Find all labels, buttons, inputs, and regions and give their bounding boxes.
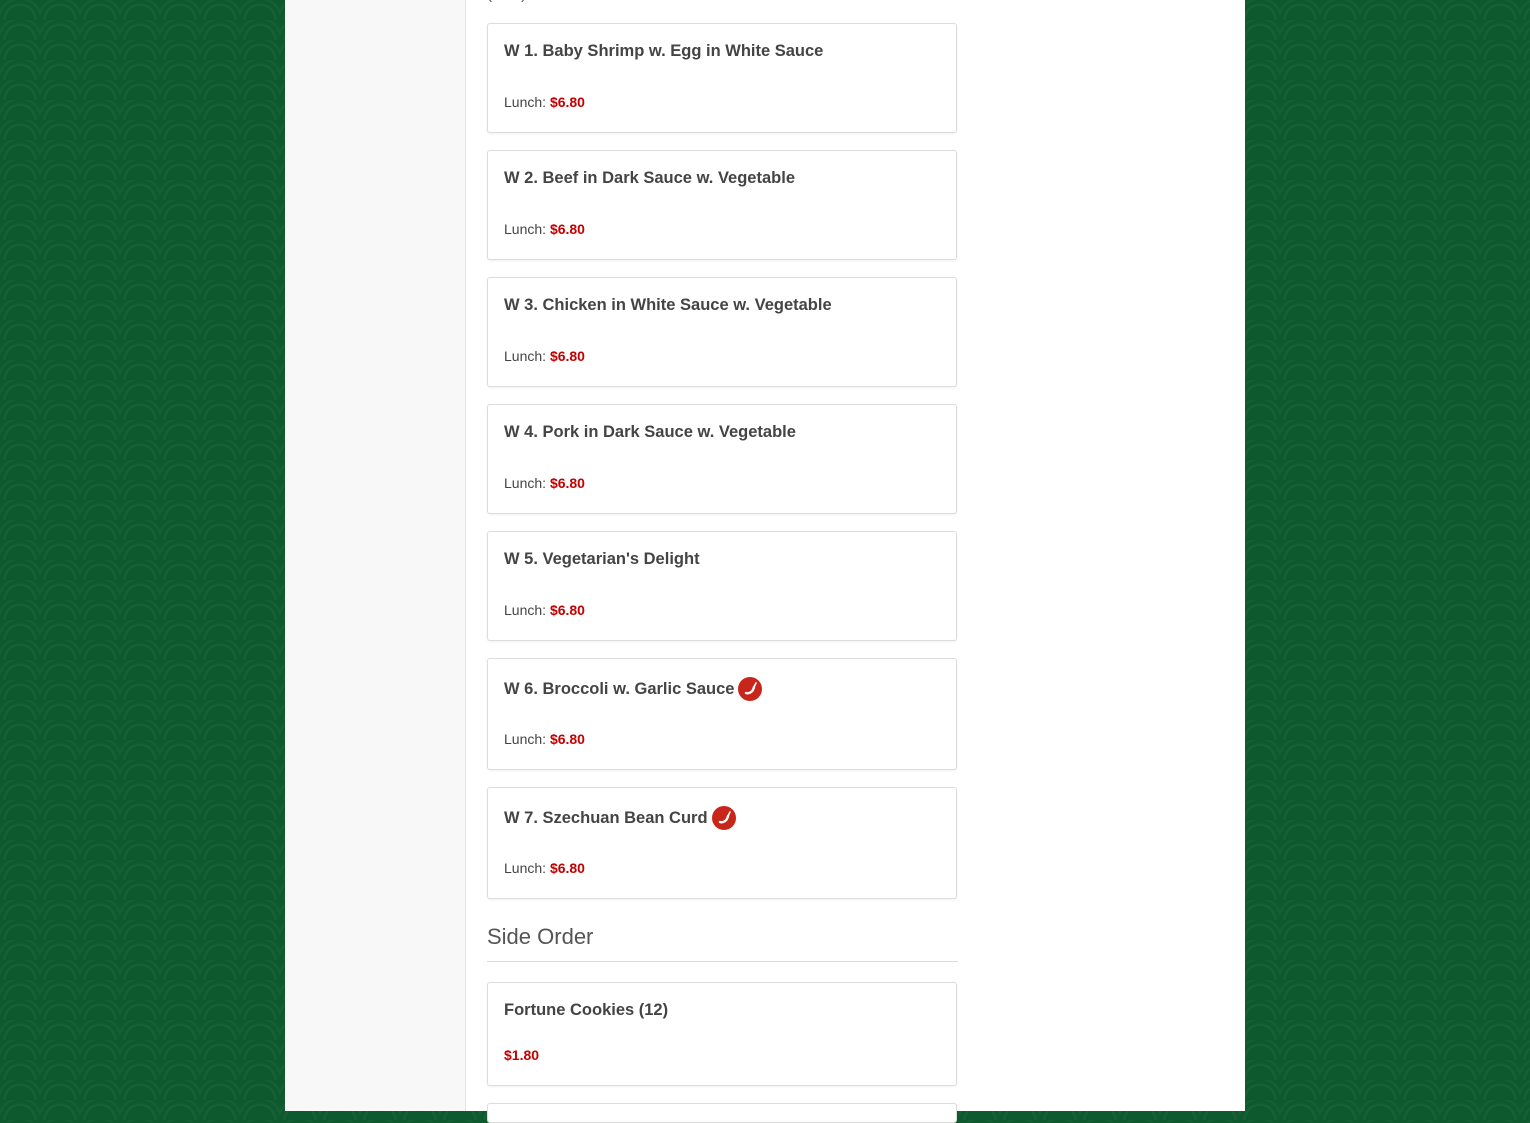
menu-item-w2[interactable]: W 2. Beef in Dark Sauce w. Vegetable Lun… — [487, 150, 957, 260]
price-label: Lunch: — [504, 731, 547, 747]
price-row: Lunch: $6.80 — [504, 602, 585, 618]
menu-item-title: W 5. Vegetarian's Delight — [504, 550, 700, 568]
price-row: Lunch: $6.80 — [504, 94, 585, 110]
menu-item-fortune-cookies[interactable]: Fortune Cookies (12) $1.80 — [487, 982, 957, 1086]
price-label: Lunch: — [504, 475, 547, 491]
menu-item-title: W 7. Szechuan Bean Curd — [504, 806, 736, 830]
previous-section-text: (... ...) — [487, 0, 607, 6]
price-value: $6.80 — [549, 348, 585, 364]
price-row: Lunch: $6.80 — [504, 731, 585, 747]
menu-item-w5[interactable]: W 5. Vegetarian's Delight Lunch: $6.80 — [487, 531, 957, 641]
price-label: Lunch: — [504, 602, 547, 618]
price-value: $6.80 — [549, 602, 585, 618]
menu-item-title: W 2. Beef in Dark Sauce w. Vegetable — [504, 169, 795, 187]
menu-item-next[interactable] — [487, 1103, 957, 1123]
menu-item-w4[interactable]: W 4. Pork in Dark Sauce w. Vegetable Lun… — [487, 404, 957, 514]
menu-item-title: W 6. Broccoli w. Garlic Sauce — [504, 677, 763, 701]
price-row: Lunch: $6.80 — [504, 348, 585, 364]
price-label: Lunch: — [504, 94, 547, 110]
chili-pepper-icon — [711, 806, 736, 830]
price-value: $6.80 — [549, 860, 585, 876]
section-heading-side-order: Side Order — [487, 924, 958, 962]
menu-item-w1[interactable]: W 1. Baby Shrimp w. Egg in White Sauce L… — [487, 23, 957, 133]
price-label: Lunch: — [504, 860, 547, 876]
price-value: $1.80 — [504, 1047, 540, 1063]
price-label: Lunch: — [504, 221, 547, 237]
menu-item-title: W 1. Baby Shrimp w. Egg in White Sauce — [504, 42, 824, 60]
price-value: $6.80 — [549, 475, 585, 491]
price-value: $6.80 — [549, 94, 585, 110]
menu-item-title: Fortune Cookies (12) — [504, 1001, 669, 1019]
menu-item-w7[interactable]: W 7. Szechuan Bean Curd Lunch: $6.80 — [487, 787, 957, 899]
menu-item-w6[interactable]: W 6. Broccoli w. Garlic Sauce Lunch: $6.… — [487, 658, 957, 770]
price-row: Lunch: $6.80 — [504, 475, 585, 491]
price-row: Lunch: $6.80 — [504, 860, 585, 876]
price-row: $1.80 — [504, 1047, 539, 1063]
price-value: $6.80 — [549, 731, 585, 747]
left-sidebar — [285, 0, 466, 1111]
price-label: Lunch: — [504, 348, 547, 364]
price-value: $6.80 — [549, 221, 585, 237]
menu-item-title: W 4. Pork in Dark Sauce w. Vegetable — [504, 423, 796, 441]
price-row: Lunch: $6.80 — [504, 221, 585, 237]
chili-pepper-icon — [738, 677, 763, 701]
menu-item-w3[interactable]: W 3. Chicken in White Sauce w. Vegetable… — [487, 277, 957, 387]
menu-item-title: W 3. Chicken in White Sauce w. Vegetable — [504, 296, 832, 314]
